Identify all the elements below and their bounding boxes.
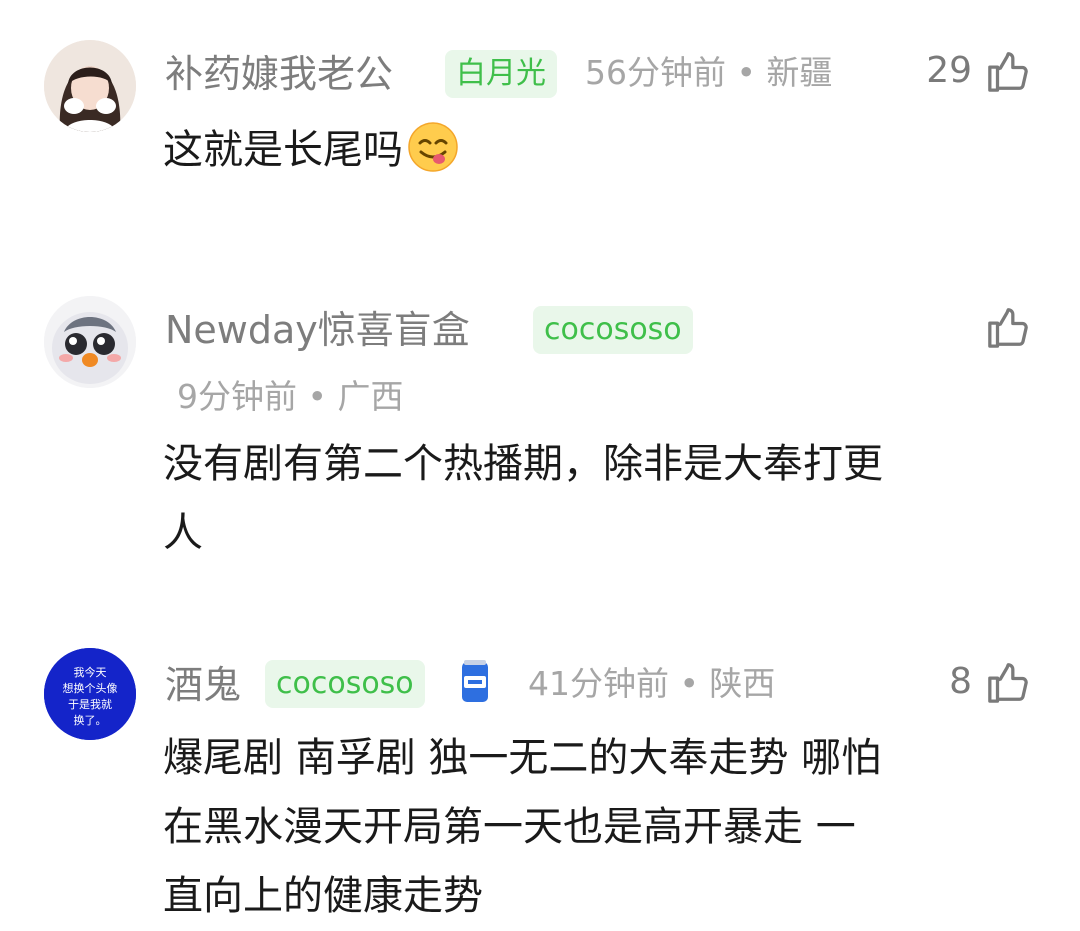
thumbs-up-icon [988,52,1028,92]
thumbs-up-icon [988,308,1028,348]
username[interactable]: Newday惊喜盲盒 [165,311,470,349]
comment-content: 没有剧有第二个热播期，除非是大奉打更 人 [163,430,1043,568]
user-badge: cocososo [533,306,693,354]
username[interactable]: 酒鬼 [165,666,241,704]
username[interactable]: 补药嫝我老公 [165,55,393,93]
avatar-handwriting: 我今天 想换个头像 于是我就 换了。 [44,648,136,740]
yum-face-emoji [407,121,459,195]
soda-can-icon [458,658,492,710]
comment-text: 这就是长尾吗 [163,127,403,173]
comment-text-line: 在黑水漫天开局第一天也是高开暴走 一 [163,804,856,850]
avatar-photo [44,40,136,132]
avatar[interactable] [44,40,136,132]
time-location: 41分钟前 • 陕西 [528,664,776,703]
avatar-photo [44,296,136,388]
avatar[interactable]: 我今天 想换个头像 于是我就 换了。 [44,648,136,740]
time-location: 9分钟前 • 广西 [177,377,404,416]
time-location: 56分钟前 • 新疆 [585,53,833,92]
comment-text-line: 人 [163,510,203,556]
like-button[interactable] [986,304,1032,350]
comment-item: Newday惊喜盲盒 cocososo 9分钟前 • 广西 没有剧有第二个热播期… [0,270,1080,600]
comment-text-line: 没有剧有第二个热播期，除非是大奉打更 [163,441,883,487]
user-badge: cocososo [265,660,425,708]
comment-text-line: 直向上的健康走势 [163,873,483,919]
comment-content: 这就是长尾吗 [163,116,1043,195]
thumbs-up-icon [988,663,1028,703]
svg-text:于是我就: 于是我就 [68,697,112,711]
avatar[interactable] [44,296,136,388]
like-button[interactable]: 29 [926,48,1032,94]
user-badge: 白月光 [445,50,557,98]
comment-item: 我今天 想换个头像 于是我就 换了。 酒鬼 cocososo 41分钟前 • 陕… [0,630,1080,919]
comment-content: 爆尾剧 南孚剧 独一无二的大奉走势 哪怕 在黑水漫天开局第一天也是高开暴走 一 … [163,724,1043,931]
comment-item: 补药嫝我老公 白月光 56分钟前 • 新疆 29 这就是长尾吗 [0,0,1080,230]
svg-text:我今天: 我今天 [74,665,107,679]
svg-text:想换个头像: 想换个头像 [63,681,118,695]
like-count: 8 [949,661,972,702]
comment-text-line: 爆尾剧 南孚剧 独一无二的大奉走势 哪怕 [163,735,882,781]
like-count: 29 [926,50,972,91]
svg-text:换了。: 换了。 [74,713,107,727]
like-button[interactable]: 8 [949,659,1032,705]
